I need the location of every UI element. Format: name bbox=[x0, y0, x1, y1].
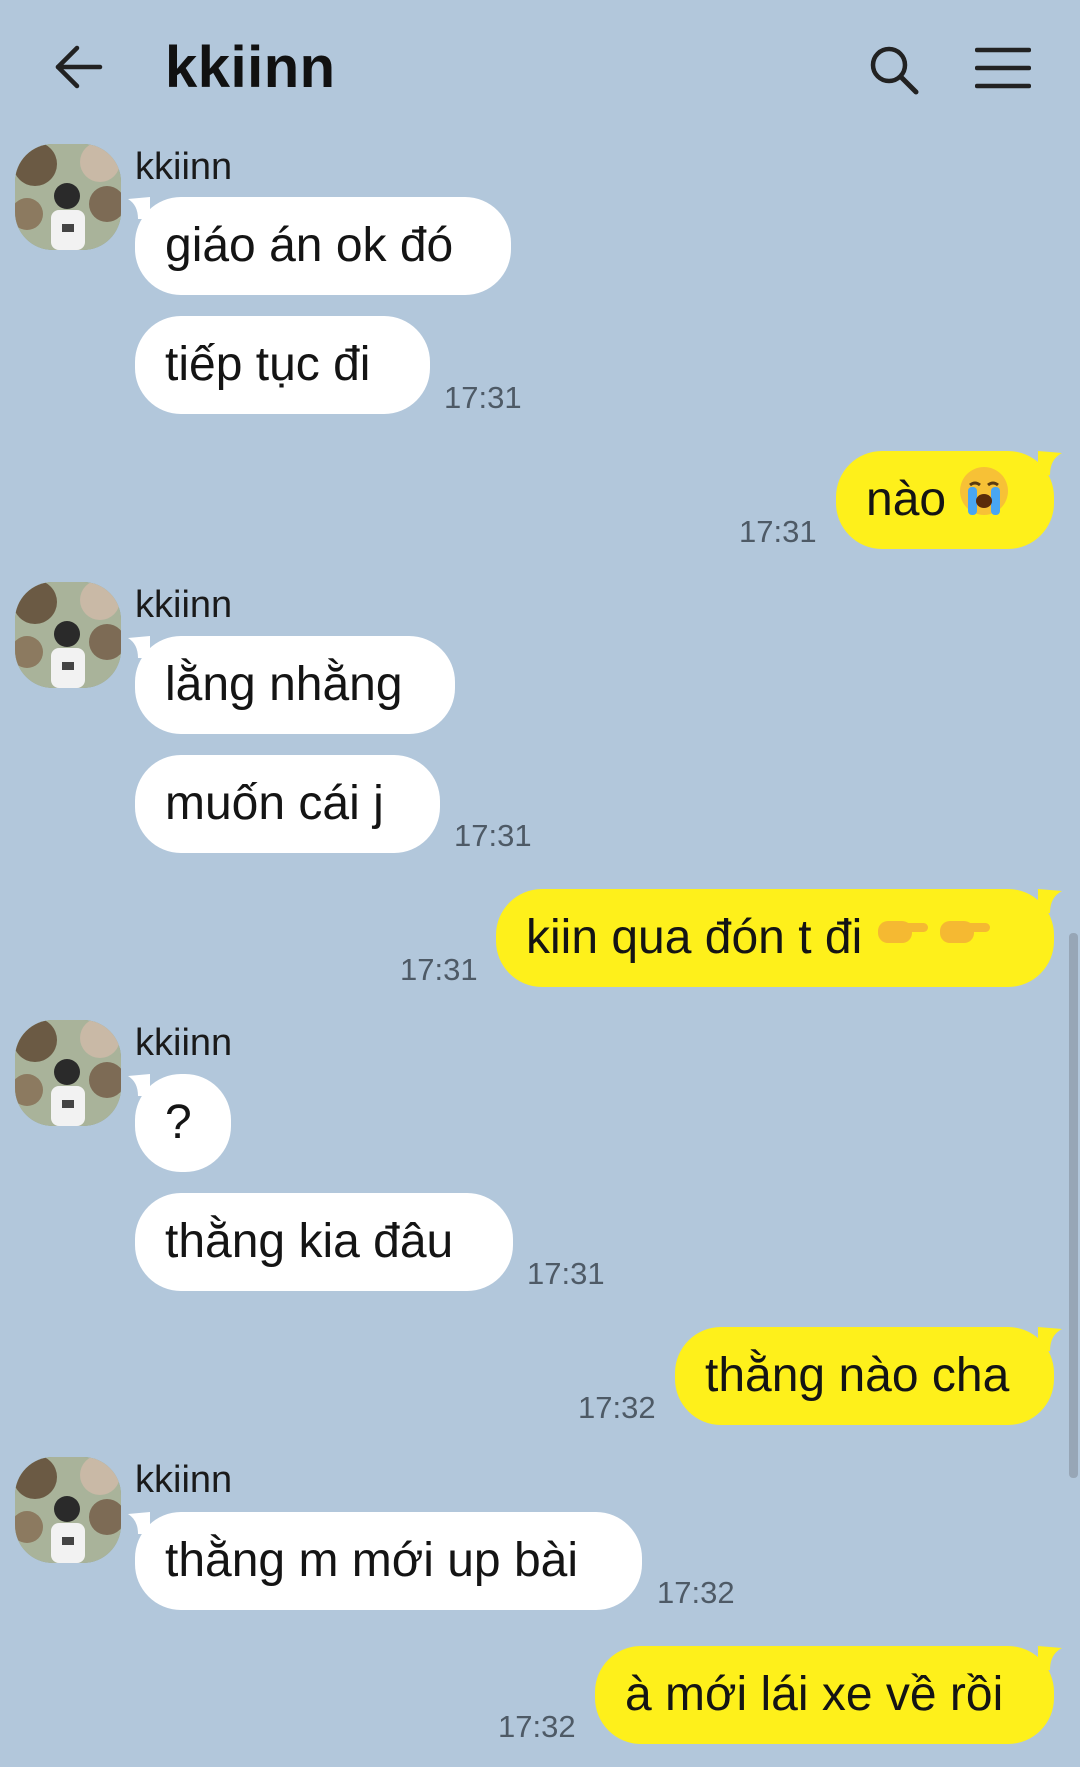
message-time: 17:32 bbox=[578, 1390, 656, 1425]
avatar[interactable] bbox=[15, 144, 121, 250]
profile-photo-icon bbox=[15, 582, 121, 688]
message-text: kiin qua đón t đi bbox=[526, 911, 863, 964]
search-button[interactable] bbox=[868, 44, 920, 96]
message-time: 17:32 bbox=[498, 1709, 576, 1744]
message-text: nào bbox=[866, 473, 947, 526]
message-bubble[interactable]: thằng m mới up bài bbox=[135, 1512, 642, 1610]
message-bubble[interactable]: ? bbox=[135, 1074, 231, 1172]
hamburger-menu-icon bbox=[974, 47, 1032, 89]
message-bubble-outgoing[interactable]: nào bbox=[836, 451, 1054, 549]
back-button[interactable] bbox=[52, 40, 106, 94]
message-time: 17:31 bbox=[739, 514, 817, 549]
search-icon bbox=[870, 46, 919, 95]
message-bubble[interactable]: thằng kia đâu bbox=[135, 1193, 513, 1291]
chat-header: kkiinn bbox=[0, 0, 1080, 135]
sender-name: kkiinn bbox=[135, 584, 233, 626]
profile-photo-icon bbox=[15, 144, 121, 250]
scrollbar[interactable] bbox=[1069, 933, 1078, 1478]
message-bubble[interactable]: tiếp tục đi bbox=[135, 316, 430, 414]
message-bubble-outgoing[interactable]: thằng nào cha bbox=[675, 1327, 1054, 1425]
avatar[interactable] bbox=[15, 1457, 121, 1563]
arrow-left-icon bbox=[55, 45, 103, 89]
sender-name: kkiinn bbox=[135, 146, 233, 188]
avatar[interactable] bbox=[15, 582, 121, 688]
message-bubble[interactable]: lằng nhằng bbox=[135, 636, 455, 734]
message-time: 17:31 bbox=[444, 380, 522, 415]
menu-button[interactable] bbox=[974, 44, 1032, 92]
profile-photo-icon bbox=[15, 1020, 121, 1126]
message-bubble-outgoing[interactable]: à mới lái xe về rồi bbox=[595, 1646, 1054, 1744]
sender-name: kkiinn bbox=[135, 1459, 233, 1501]
pointing-hands-icon bbox=[874, 891, 998, 989]
avatar[interactable] bbox=[15, 1020, 121, 1126]
message-time: 17:31 bbox=[527, 1256, 605, 1291]
message-time: 17:31 bbox=[400, 952, 478, 987]
message-bubble[interactable]: muốn cái j bbox=[135, 755, 440, 853]
sender-name: kkiinn bbox=[135, 1022, 233, 1064]
message-time: 17:31 bbox=[454, 818, 532, 853]
message-bubble[interactable]: giáo án ok đó bbox=[135, 197, 511, 295]
chat-title: kkiinn bbox=[165, 35, 336, 100]
message-time: 17:32 bbox=[657, 1575, 735, 1610]
chat-screen: kkiinn kkiinn giáo án ok đó tiếp tục đi … bbox=[0, 0, 1080, 1767]
profile-photo-icon bbox=[15, 1457, 121, 1563]
crying-face-icon bbox=[958, 453, 1010, 551]
message-bubble-outgoing[interactable]: kiin qua đón t đi bbox=[496, 889, 1054, 987]
